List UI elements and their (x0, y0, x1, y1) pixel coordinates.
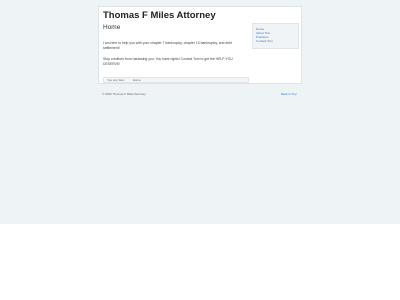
sidebar-nav: Home About Tom Practices Contact Tom (252, 23, 299, 49)
site-title[interactable]: Thomas F Miles Attorney (103, 10, 216, 21)
page-title: Home (103, 24, 121, 31)
back-to-top-link[interactable]: Back to Top (281, 92, 297, 96)
breadcrumb-current: Home (132, 78, 141, 82)
intro-paragraph: I am here to help you with your chapter … (103, 41, 232, 51)
content-container: Thomas F Miles Attorney Home I am here t… (98, 6, 302, 84)
footer-copyright: © 2020 Thomas F Miles Attorney (102, 92, 146, 96)
breadcrumb: You are here: Home (103, 77, 249, 83)
breadcrumb-label: You are here: (107, 78, 125, 82)
sidebar-item-contact-tom[interactable]: Contact Tom (256, 39, 295, 43)
rights-paragraph: Stop creditors from harassing you. You h… (103, 57, 233, 67)
page-bottom-area (0, 224, 400, 300)
